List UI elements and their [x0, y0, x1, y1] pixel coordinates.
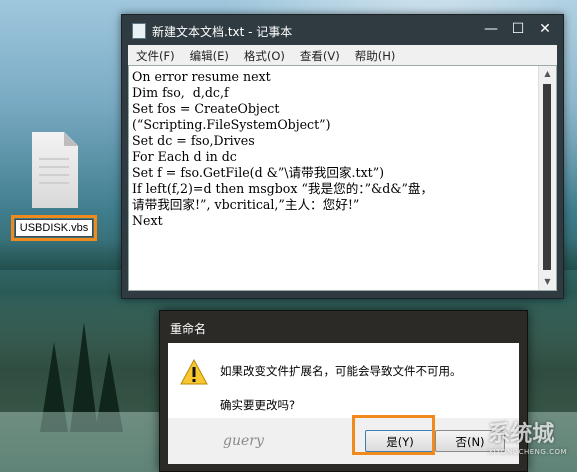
vertical-scrollbar[interactable]: ▲ ▼: [538, 66, 556, 290]
dialog-footer: 是(Y) 否(N): [168, 418, 519, 464]
watermark-main: 系统城: [488, 422, 555, 447]
file-fold-shape: [64, 132, 78, 146]
scroll-up-icon[interactable]: ▲: [539, 66, 556, 82]
menu-view[interactable]: 查看(V): [292, 45, 347, 64]
minimize-icon[interactable]: —: [478, 19, 504, 39]
dialog-message-confirm: 确实要更改吗?: [220, 398, 296, 412]
menu-help[interactable]: 帮助(H): [347, 45, 403, 64]
notepad-content[interactable]: On error resume next Dim fso, d,dc,f Set…: [132, 69, 537, 229]
menu-file[interactable]: 文件(F): [128, 45, 182, 64]
notepad-menubar: 文件(F) 编辑(E) 格式(O) 查看(V) 帮助(H): [128, 45, 557, 65]
dialog-message-warning: 如果改变文件扩展名，可能会导致文件不可用。: [220, 364, 462, 378]
notepad-title: 新建文本文档.txt - 记事本: [152, 25, 293, 39]
file-line-decoration: [39, 158, 69, 160]
file-rename-input[interactable]: USBDISK.vbs: [15, 219, 93, 237]
notepad-window: 新建文本文档.txt - 记事本 — ☐ ✕ 文件(F) 编辑(E) 格式(O) 查看…: [121, 14, 564, 299]
scroll-down-icon[interactable]: ▼: [539, 274, 556, 290]
warning-icon: [180, 359, 208, 385]
dialog-body: 如果改变文件扩展名，可能会导致文件不可用。 确实要更改吗?: [168, 343, 519, 418]
scroll-thumb[interactable]: [543, 84, 551, 270]
watermark-sub: XITONGCHENG.COM: [488, 448, 567, 456]
notepad-text-area[interactable]: On error resume next Dim fso, d,dc,f Set…: [128, 65, 557, 291]
file-line-decoration: [39, 174, 69, 176]
file-line-decoration: [39, 182, 69, 184]
maximize-icon[interactable]: ☐: [505, 19, 531, 39]
file-rename-highlight: USBDISK.vbs: [11, 215, 97, 241]
notepad-app-icon: [132, 23, 146, 39]
rename-dialog: 重命名 如果改变文件扩展名，可能会导致文件不可用。 确实要更改吗? 是(Y) 否…: [159, 310, 528, 472]
file-line-decoration: [39, 166, 69, 168]
dialog-title: 重命名: [170, 322, 207, 336]
menu-edit[interactable]: 编辑(E): [182, 45, 236, 64]
close-icon[interactable]: ✕: [532, 19, 558, 39]
site-watermark-logo: 系统城 XITONGCHENG.COM: [488, 416, 567, 456]
yes-button-highlight: [352, 415, 435, 455]
handwritten-signature: guery: [223, 433, 264, 449]
notepad-titlebar[interactable]: 新建文本文档.txt - 记事本 — ☐ ✕: [122, 15, 563, 45]
vbs-file-icon[interactable]: [25, 132, 85, 208]
menu-format[interactable]: 格式(O): [236, 45, 292, 64]
